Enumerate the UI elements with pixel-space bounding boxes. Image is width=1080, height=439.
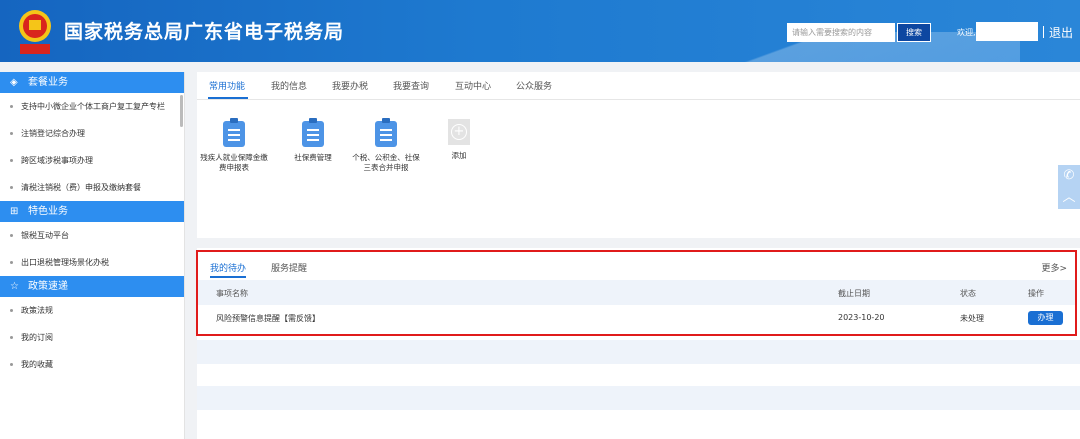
handle-button[interactable]: 办理 [1028, 311, 1063, 325]
bullet-icon [10, 234, 13, 237]
grid-icon: ⊞ [10, 206, 19, 217]
tab-interaction[interactable]: 互动中心 [455, 79, 491, 92]
function-label: 社保费管理 [294, 153, 332, 162]
sidebar-item-regulations[interactable]: 政策法规 [0, 297, 184, 324]
todo-deadline: 2023-10-20 [838, 313, 885, 322]
tab-public-services[interactable]: 公众服务 [516, 79, 552, 92]
function-combined-filing[interactable]: 个税、公积金、社保三表合并申报 [351, 118, 421, 173]
todo-tab-underline [210, 276, 246, 278]
bullet-icon [10, 363, 13, 366]
sidebar-item-clearance-package[interactable]: 清税注销税（费）申报及缴纳套餐 [0, 174, 184, 201]
tab-my-info[interactable]: 我的信息 [271, 79, 307, 92]
sidebar-item-export-rebate[interactable]: 出口退税管理场景化办税 [0, 249, 184, 276]
function-label: 个税、公积金、社保三表合并申报 [352, 153, 420, 172]
online-service-icon[interactable]: ✆ [1058, 165, 1080, 187]
todo-table-header: 事项名称 截止日期 状态 操作 [198, 280, 1075, 305]
col-action: 操作 [1028, 289, 1044, 298]
sidebar-section-package[interactable]: ◈ 套餐业务 [0, 72, 184, 93]
sidebar-section-featured[interactable]: ⊞ 特色业务 [0, 201, 184, 222]
tab-common-functions[interactable]: 常用功能 [209, 79, 245, 92]
sidebar-section-policy[interactable]: ☆ 政策速递 [0, 276, 184, 297]
section-title: 政策速递 [28, 281, 68, 292]
back-to-top-icon[interactable]: ︿ [1058, 187, 1080, 209]
tab-query[interactable]: 我要查询 [393, 79, 429, 92]
bullet-icon [10, 159, 13, 162]
sidebar-item-label: 政策法规 [21, 306, 53, 315]
sidebar-item-bank-tax[interactable]: 银税互动平台 [0, 222, 184, 249]
add-icon: + [448, 119, 470, 145]
sidebar-item-deregistration[interactable]: 注销登记综合办理 [0, 120, 184, 147]
sidebar-item-cross-region[interactable]: 跨区域涉税事项办理 [0, 147, 184, 174]
sidebar: ◈ 套餐业务 支持中小微企业个体工商户复工复产专栏 注销登记综合办理 跨区域涉税事… [0, 72, 185, 439]
tab-file-tax[interactable]: 我要办税 [332, 79, 368, 92]
todo-status: 未处理 [960, 314, 984, 323]
bullet-icon [10, 309, 13, 312]
sidebar-item-recovery-column[interactable]: 支持中小微企业个体工商户复工复产专栏 [0, 93, 184, 120]
sidebar-item-label: 我的收藏 [21, 360, 53, 369]
section-title: 特色业务 [28, 206, 68, 217]
sidebar-item-label: 注销登记综合办理 [21, 129, 85, 138]
bullet-icon [10, 186, 13, 189]
empty-row-stripe [197, 386, 1080, 410]
bullet-icon [10, 336, 13, 339]
star-icon: ☆ [10, 281, 19, 292]
layers-icon: ◈ [10, 77, 18, 88]
document-icon [302, 118, 324, 147]
empty-row-stripe [197, 340, 1080, 364]
logout-divider [1043, 26, 1044, 38]
site-title: 国家税务总局广东省电子税务局 [64, 21, 345, 43]
tab-service-reminders[interactable]: 服务提醒 [271, 261, 307, 274]
username-display [976, 22, 1038, 41]
bullet-icon [10, 132, 13, 135]
todo-item-name[interactable]: 风险预警信息提醒【需反馈】 [216, 313, 320, 324]
section-title: 套餐业务 [28, 77, 68, 88]
top-header: 国家税务总局广东省电子税务局 搜索 欢迎, 退出 [0, 0, 1080, 62]
document-icon [223, 118, 245, 147]
panel-gap [197, 238, 1080, 248]
sidebar-item-label: 跨区域涉税事项办理 [21, 156, 93, 165]
table-row: 风险预警信息提醒【需反馈】 2023-10-20 未处理 办理 [198, 305, 1075, 330]
welcome-text: 欢迎, [957, 28, 976, 37]
function-label: 残疾人就业保障金缴费申报表 [200, 153, 268, 172]
sidebar-item-favorites[interactable]: 我的收藏 [0, 351, 184, 378]
logout-link[interactable]: 退出 [1049, 24, 1073, 41]
todo-panel: 我的待办 服务提醒 更多> 事项名称 截止日期 状态 操作 风险预警信息提醒【需… [196, 250, 1077, 336]
col-item-name: 事项名称 [216, 289, 248, 298]
search-button[interactable]: 搜索 [897, 23, 931, 42]
document-icon [375, 118, 397, 147]
search-input[interactable] [787, 23, 895, 42]
sidebar-item-label: 清税注销税（费）申报及缴纳套餐 [21, 183, 141, 192]
sidebar-item-label: 出口退税管理场景化办税 [21, 258, 109, 267]
tab-my-todos[interactable]: 我的待办 [210, 261, 246, 274]
bullet-icon [10, 261, 13, 264]
sidebar-scrollbar[interactable] [180, 95, 183, 127]
sidebar-item-label: 银税互动平台 [21, 231, 69, 240]
function-tabs: 常用功能 我的信息 我要办税 我要查询 互动中心 公众服务 [197, 72, 1080, 100]
function-add[interactable]: + 添加 [424, 119, 494, 161]
active-tab-underline [208, 97, 248, 99]
function-disability-levy[interactable]: 残疾人就业保障金缴费申报表 [199, 118, 269, 173]
function-social-security[interactable]: 社保费管理 [278, 118, 348, 163]
function-label: 添加 [451, 151, 467, 160]
col-status: 状态 [960, 289, 976, 298]
sidebar-item-label: 支持中小微企业个体工商户复工复产专栏 [21, 102, 165, 111]
more-link[interactable]: 更多> [1041, 261, 1067, 274]
tax-emblem-logo [19, 10, 51, 54]
bullet-icon [10, 105, 13, 108]
sidebar-item-label: 我的订阅 [21, 333, 53, 342]
col-deadline: 截止日期 [838, 289, 870, 298]
sidebar-item-subscriptions[interactable]: 我的订阅 [0, 324, 184, 351]
